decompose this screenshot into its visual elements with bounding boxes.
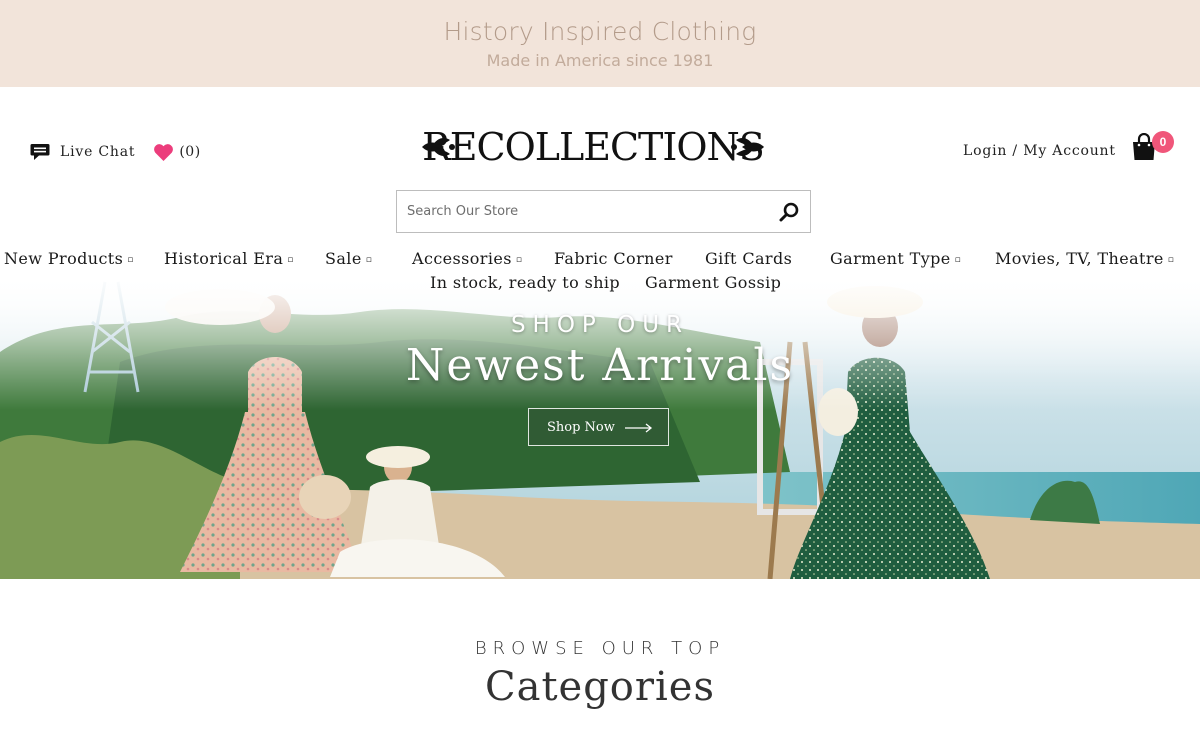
dropdown-caret-icon: ▫ [954,254,962,265]
nav-label: Movies, TV, Theatre [995,249,1164,268]
search-input[interactable] [397,191,767,232]
live-chat-link[interactable]: Live Chat [30,143,135,161]
dropdown-caret-icon: ▫ [287,254,294,265]
wishlist-link[interactable]: (0) [153,143,200,162]
login-account-link[interactable]: Login / My Account [963,143,1116,159]
dropdown-caret-icon: ▫ [365,254,373,265]
wishlist-count: (0) [179,144,201,160]
nav-item-movies-tv-theatre[interactable]: Movies, TV, Theatre ▫ [995,249,1174,268]
nav-item-sale[interactable]: Sale ▫ [325,249,372,268]
nav-label: Historical Era [164,249,284,268]
dropdown-caret-icon: ▫ [515,254,523,265]
live-chat-label: Live Chat [60,144,136,160]
hero-kicker: SHOP OUR [510,312,690,338]
nav-item-new-products[interactable]: New Products ▫ [4,249,134,268]
nav-label: New Products [4,249,124,268]
banner-title: History Inspired Clothing [443,17,757,46]
search-box [396,190,811,233]
header-left: Live Chat (0) [30,140,201,164]
nav-item-gift-cards[interactable]: Gift Cards [705,249,792,268]
top-banner: History Inspired Clothing Made in Americ… [0,0,1200,87]
site-logo[interactable]: RECOLLECTIONS [418,114,768,174]
nav-item-fabric-corner[interactable]: Fabric Corner [554,249,673,268]
logo-text: RECOLLECTIONS [422,125,764,169]
banner-subtitle: Made in America since 1981 [486,51,714,70]
nav-label: Garment Type [830,249,951,268]
nav-item-historical-era[interactable]: Historical Era ▫ [164,249,294,268]
chat-bubble-icon [30,143,50,161]
cart-button[interactable]: 0 [1131,131,1179,167]
nav-item-in-stock[interactable]: In stock, ready to ship [430,273,620,292]
nav-item-accessories[interactable]: Accessories ▫ [412,249,522,268]
nav-label: Gift Cards [705,249,793,268]
nav-label: Fabric Corner [554,249,673,268]
hero-title: Newest Arrivals [405,340,795,391]
nav-item-garment-type[interactable]: Garment Type ▫ [830,249,961,268]
cart-count-badge: 0 [1152,131,1174,153]
shop-now-label: Shop Now [547,419,615,435]
browse-kicker: BROWSE OUR TOP [474,638,726,659]
nav-item-garment-gossip[interactable]: Garment Gossip [645,273,781,292]
search-button[interactable] [777,200,801,224]
magnifier-icon [779,202,799,222]
categories-heading: Categories [485,664,715,710]
dropdown-caret-icon: ▫ [1167,254,1175,265]
main-nav: New Products ▫ Historical Era ▫ Sale ▫ Acce… [0,246,1200,296]
header-right: Login / My Account 0 [963,131,1174,160]
nav-label: In stock, ready to ship [430,273,621,292]
nav-label: Garment Gossip [645,273,782,292]
shop-now-button[interactable]: Shop Now [528,408,669,446]
nav-label: Sale [325,249,362,268]
heart-icon [153,143,174,162]
dropdown-caret-icon: ▫ [127,254,134,265]
nav-label: Accessories [412,249,512,268]
long-arrow-right-icon [624,422,653,433]
